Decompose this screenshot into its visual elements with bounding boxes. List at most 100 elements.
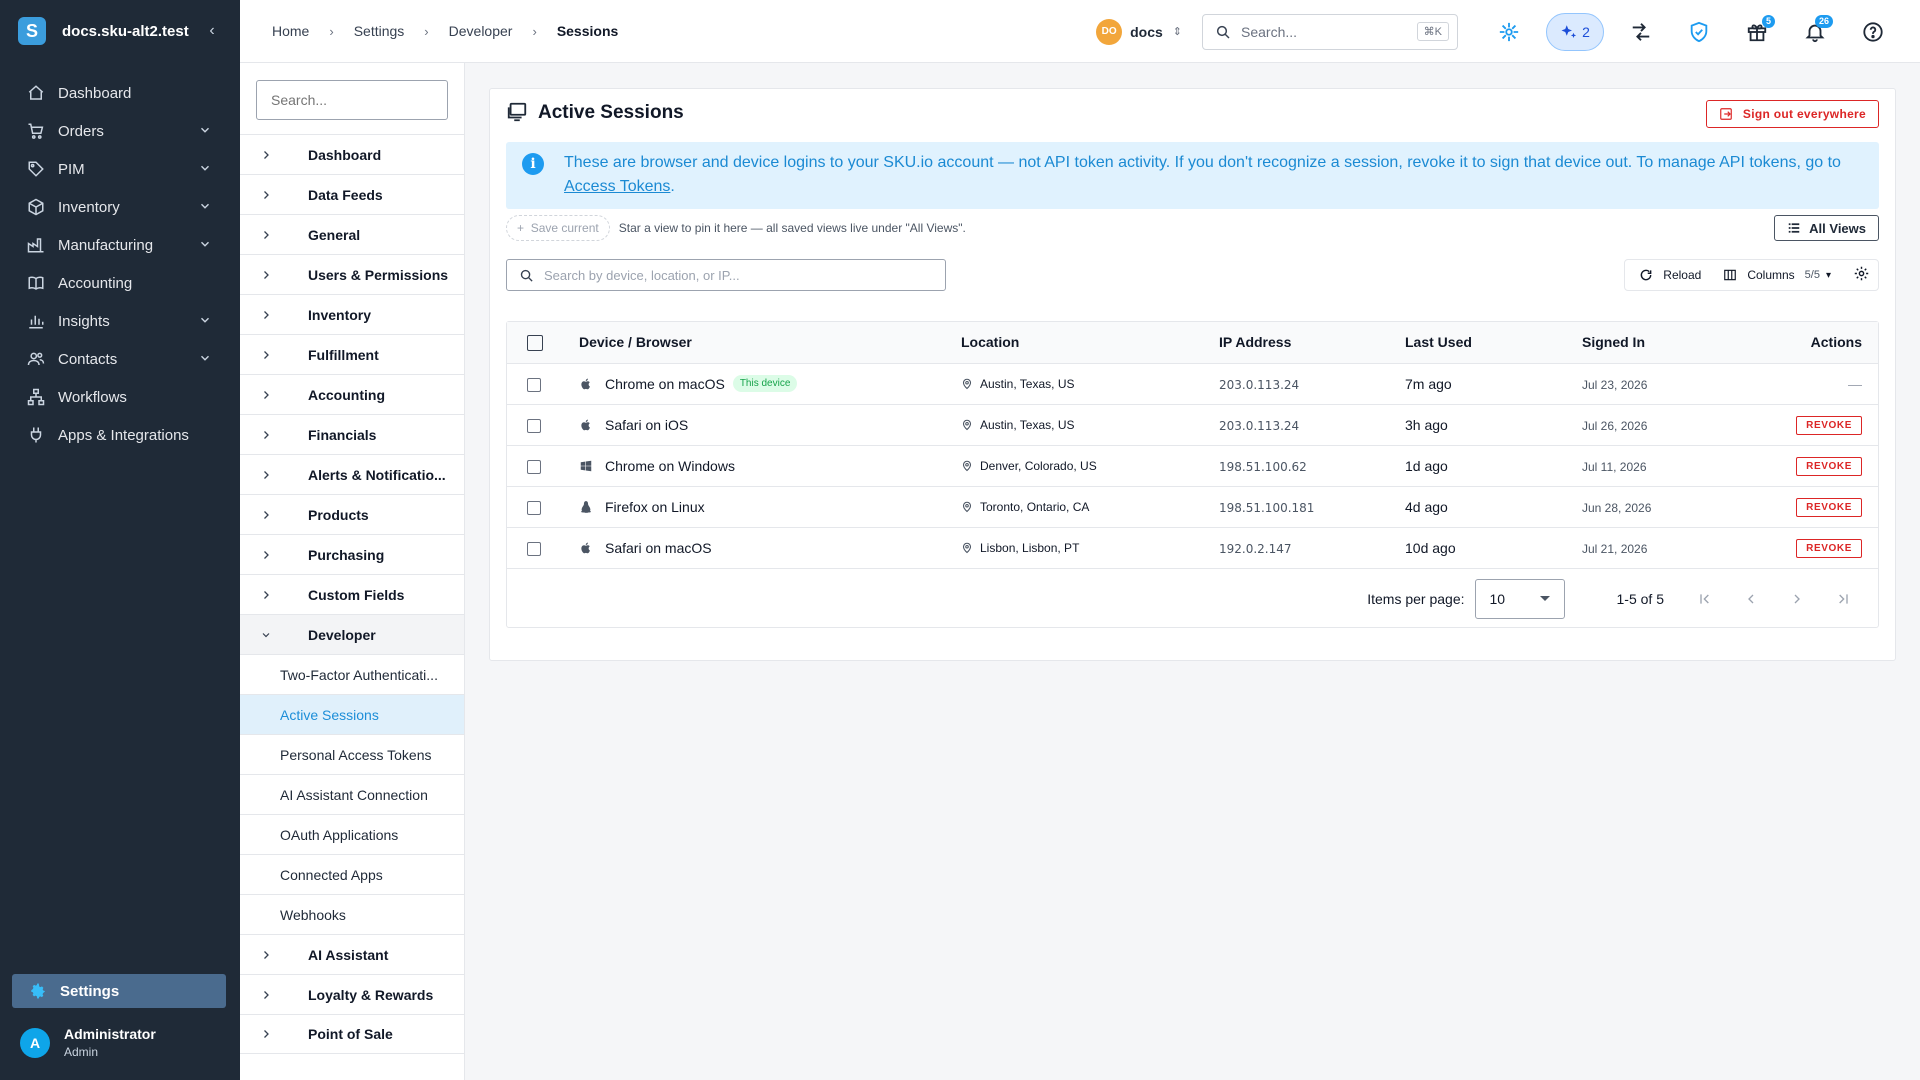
settings-item-general[interactable]: General (240, 214, 464, 254)
sidebar-item-insights[interactable]: Insights (0, 302, 240, 340)
all-views-button[interactable]: All Views (1774, 215, 1879, 241)
chevron-right-icon (260, 149, 274, 161)
sidebar-item-pim[interactable]: PIM (0, 150, 240, 188)
session-search-input[interactable]: Search by device, location, or IP... (506, 259, 946, 291)
col-signed-in[interactable]: Signed In (1582, 322, 1718, 364)
columns-icon (1724, 269, 1737, 281)
col-ip[interactable]: IP Address (1219, 322, 1405, 364)
session-search-placeholder: Search by device, location, or IP... (544, 267, 740, 283)
shield-icon[interactable] (1679, 12, 1719, 52)
revoke-button[interactable]: REVOKE (1796, 497, 1862, 517)
next-page-button[interactable] (1774, 579, 1820, 619)
select-all-checkbox[interactable] (527, 334, 543, 351)
global-search-input[interactable]: Search... ⌘K (1202, 13, 1458, 50)
search-icon (520, 269, 533, 282)
user-profile[interactable]: A Administrator Admin (20, 1026, 156, 1059)
chevron-down-icon (198, 313, 212, 330)
row-checkbox[interactable] (527, 377, 541, 392)
breadcrumb-separator-icon: › (532, 23, 537, 39)
settings-sub-connected-apps[interactable]: Connected Apps (240, 854, 464, 894)
gift-icon[interactable]: 5 (1737, 12, 1777, 52)
org-switcher[interactable]: DO docs ⇕ (1096, 18, 1182, 45)
sessions-table: Device / Browser Location IP Address Las… (507, 322, 1878, 569)
row-checkbox[interactable] (527, 541, 541, 556)
settings-sub-webhooks[interactable]: Webhooks (240, 894, 464, 934)
settings-item-users-permissions[interactable]: Users & Permissions (240, 254, 464, 294)
settings-sub-personal-access-tokens[interactable]: Personal Access Tokens (240, 734, 464, 774)
settings-sub-oauth-applications[interactable]: OAuth Applications (240, 814, 464, 854)
save-current-view-button[interactable]: + Save current (506, 215, 610, 241)
row-checkbox[interactable] (527, 418, 541, 433)
sign-out-label: Sign out everywhere (1742, 107, 1866, 121)
settings-item-developer[interactable]: Developer (240, 614, 464, 654)
chevron-right-icon (260, 469, 274, 481)
sidebar-item-workflows[interactable]: Workflows (0, 378, 240, 416)
main-sidebar: S docs.sku-alt2.test ‹ Dashboard Orders PI… (0, 0, 240, 1080)
settings-item-purchasing[interactable]: Purchasing (240, 534, 464, 574)
breadcrumb-developer[interactable]: Developer (449, 23, 513, 39)
settings-item-loyalty-rewards[interactable]: Loyalty & Rewards (240, 974, 464, 1014)
settings-item-ai-assistant[interactable]: AI Assistant (240, 934, 464, 974)
revoke-button[interactable]: REVOKE (1796, 538, 1862, 558)
settings-item-label: Dashboard (308, 146, 382, 163)
settings-item-fulfillment[interactable]: Fulfillment (240, 334, 464, 374)
sidebar-item-apps-integrations[interactable]: Apps & Integrations (0, 416, 240, 454)
ai-assistant-button[interactable]: 2 (1546, 12, 1604, 51)
breadcrumb-settings[interactable]: Settings (354, 23, 405, 39)
items-per-page-select[interactable]: 10 (1474, 578, 1565, 619)
settings-item-accounting[interactable]: Accounting (240, 374, 464, 414)
notification-badge: 26 (1814, 14, 1833, 28)
chevron-right-icon (260, 589, 274, 601)
col-device[interactable]: Device / Browser (579, 322, 961, 364)
settings-item-inventory[interactable]: Inventory (240, 294, 464, 334)
sidebar-item-orders[interactable]: Orders (0, 112, 240, 150)
compare-arrows-icon[interactable] (1621, 12, 1661, 52)
settings-sub-two-factor-authenticati[interactable]: Two-Factor Authenticati... (240, 654, 464, 694)
location: Toronto, Ontario, CA (980, 499, 1090, 514)
sidebar-item-inventory[interactable]: Inventory (0, 188, 240, 226)
revoke-button[interactable]: REVOKE (1796, 415, 1862, 435)
revoke-button[interactable]: REVOKE (1796, 456, 1862, 476)
settings-item-point-of-sale[interactable]: Point of Sale (240, 1014, 464, 1054)
reload-button[interactable]: Reload (1639, 268, 1701, 282)
row-checkbox[interactable] (527, 459, 541, 474)
table-settings-gear-icon[interactable] (1853, 265, 1870, 285)
settings-item-data-feeds[interactable]: Data Feeds (240, 174, 464, 214)
brand-header: S docs.sku-alt2.test ‹ (0, 0, 240, 62)
settings-search-input[interactable] (256, 80, 448, 120)
access-tokens-link[interactable]: Access Tokens (564, 178, 670, 195)
sidebar-item-dashboard[interactable]: Dashboard (0, 74, 240, 112)
breadcrumb-home[interactable]: Home (272, 23, 309, 39)
sign-out-everywhere-button[interactable]: Sign out everywhere (1705, 100, 1879, 128)
brand-logo-icon[interactable]: S (18, 17, 46, 45)
settings-item-alerts-notificatio[interactable]: Alerts & Notificatio... (240, 454, 464, 494)
sidebar-item-manufacturing[interactable]: Manufacturing (0, 226, 240, 264)
breadcrumb-sessions: Sessions (556, 23, 619, 39)
sidebar-item-label: PIM (58, 160, 85, 178)
device-name: Safari on macOS (605, 539, 712, 556)
last-used: 3h ago (1405, 416, 1448, 433)
settings-sub-active-sessions[interactable]: Active Sessions (240, 694, 464, 734)
logout-icon (1720, 108, 1732, 120)
settings-item-custom-fields[interactable]: Custom Fields (240, 574, 464, 614)
prev-page-button[interactable] (1728, 579, 1774, 619)
collapse-sidebar-icon[interactable]: ‹ (202, 22, 222, 40)
first-page-button[interactable] (1682, 579, 1728, 619)
sidebar-item-contacts[interactable]: Contacts (0, 340, 240, 378)
last-page-button[interactable] (1820, 579, 1866, 619)
sidebar-item-label: Manufacturing (58, 236, 154, 254)
sidebar-item-settings[interactable]: Settings (12, 974, 226, 1008)
settings-item-label: Point of Sale (308, 1026, 393, 1042)
help-icon[interactable] (1853, 12, 1893, 52)
settings-item-products[interactable]: Products (240, 494, 464, 534)
columns-button[interactable]: Columns 5/5 ▾ (1723, 268, 1831, 282)
sidebar-item-accounting[interactable]: Accounting (0, 264, 240, 302)
settings-item-dashboard[interactable]: Dashboard (240, 134, 464, 174)
sparkle-network-icon[interactable] (1489, 12, 1529, 52)
col-location[interactable]: Location (961, 322, 1219, 364)
settings-item-financials[interactable]: Financials (240, 414, 464, 454)
col-last-used[interactable]: Last Used (1405, 322, 1582, 364)
bell-icon[interactable]: 26 (1795, 12, 1835, 52)
row-checkbox[interactable] (527, 500, 541, 515)
settings-sub-ai-assistant-connection[interactable]: AI Assistant Connection (240, 774, 464, 814)
